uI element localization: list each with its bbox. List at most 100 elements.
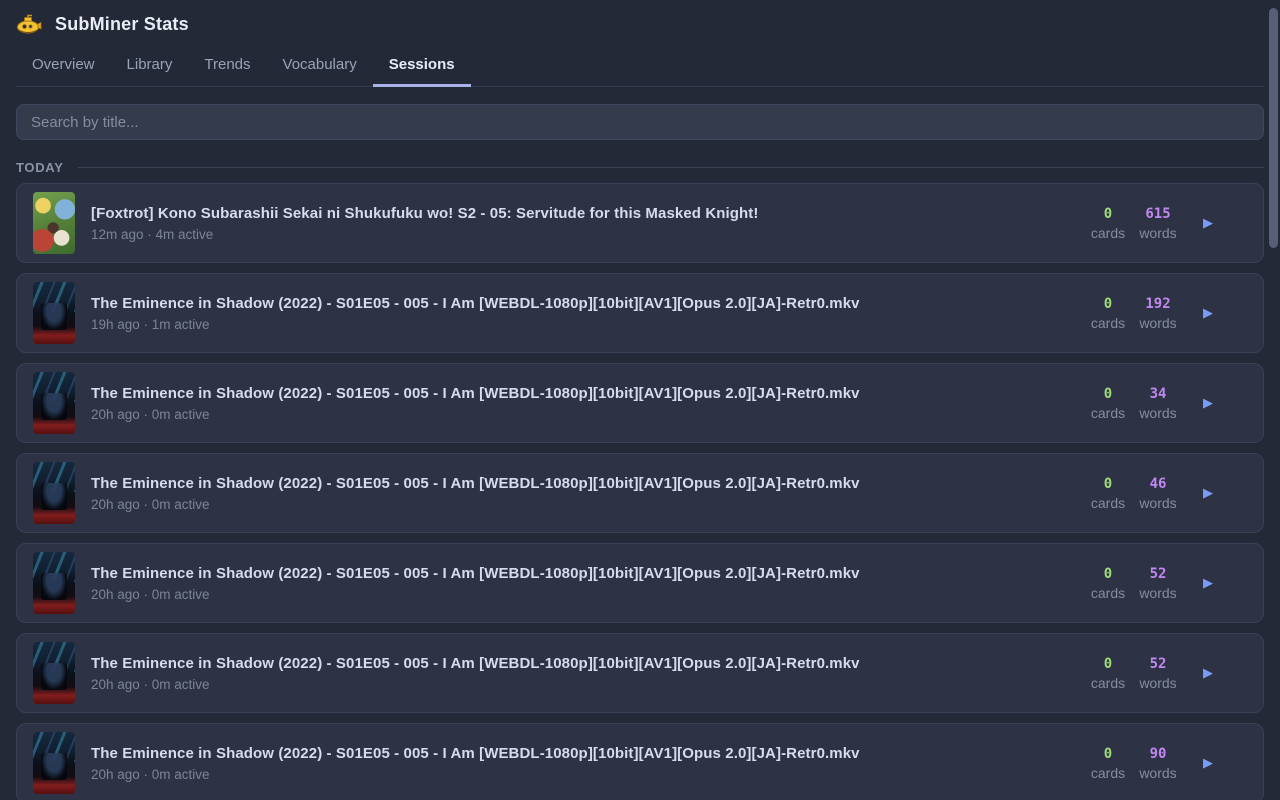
play-icon: ▶	[1203, 756, 1213, 771]
play-icon: ▶	[1203, 306, 1213, 321]
words-stat: 52 words	[1135, 656, 1181, 691]
tab-bar: Overview Library Trends Vocabulary Sessi…	[16, 45, 1264, 87]
session-meta: 19h ago · 1m active	[91, 317, 1085, 332]
play-button[interactable]: ▶	[1199, 303, 1217, 324]
words-count: 615	[1145, 206, 1170, 222]
page-title: SubMiner Stats	[55, 14, 189, 35]
session-row[interactable]: The Eminence in Shadow (2022) - S01E05 -…	[16, 723, 1264, 800]
session-info: The Eminence in Shadow (2022) - S01E05 -…	[91, 565, 1085, 602]
app-root: SubMiner Stats Overview Library Trends V…	[0, 0, 1280, 800]
play-button[interactable]: ▶	[1199, 753, 1217, 774]
cards-stat: 0 cards	[1085, 296, 1131, 331]
tab-library[interactable]: Library	[111, 45, 189, 87]
words-stat: 615 words	[1135, 206, 1181, 241]
tab-sessions[interactable]: Sessions	[373, 45, 471, 87]
words-count: 46	[1150, 476, 1167, 492]
words-label: words	[1139, 765, 1176, 781]
section-heading-label: TODAY	[16, 160, 64, 175]
session-meta: 20h ago · 0m active	[91, 497, 1085, 512]
session-meta: 20h ago · 0m active	[91, 407, 1085, 422]
play-button[interactable]: ▶	[1199, 393, 1217, 414]
app-header: SubMiner Stats	[16, 0, 1264, 36]
play-button[interactable]: ▶	[1199, 663, 1217, 684]
cards-label: cards	[1091, 315, 1125, 331]
session-title: [Foxtrot] Kono Subarashii Sekai ni Shuku…	[91, 205, 1085, 222]
session-stats: 0 cards 615 words ▶	[1085, 206, 1247, 241]
vertical-scrollbar-thumb[interactable]	[1269, 8, 1278, 248]
words-label: words	[1139, 225, 1176, 241]
section-divider	[78, 167, 1264, 168]
cards-stat: 0 cards	[1085, 476, 1131, 511]
session-row[interactable]: The Eminence in Shadow (2022) - S01E05 -…	[16, 363, 1264, 443]
tab-overview[interactable]: Overview	[16, 45, 111, 87]
yellow-submarine-icon	[16, 14, 42, 36]
session-stats: 0 cards 90 words ▶	[1085, 746, 1247, 781]
cards-count: 0	[1104, 386, 1112, 402]
session-title: The Eminence in Shadow (2022) - S01E05 -…	[91, 745, 1085, 762]
session-row[interactable]: [Foxtrot] Kono Subarashii Sekai ni Shuku…	[16, 183, 1264, 263]
cards-count: 0	[1104, 566, 1112, 582]
session-thumbnail	[33, 552, 75, 614]
session-meta: 20h ago · 0m active	[91, 767, 1085, 782]
section-header-today: TODAY	[16, 158, 1264, 176]
session-row[interactable]: The Eminence in Shadow (2022) - S01E05 -…	[16, 543, 1264, 623]
tab-vocabulary[interactable]: Vocabulary	[267, 45, 373, 87]
words-count: 52	[1150, 656, 1167, 672]
session-info: The Eminence in Shadow (2022) - S01E05 -…	[91, 385, 1085, 422]
session-stats: 0 cards 192 words ▶	[1085, 296, 1247, 331]
cards-count: 0	[1104, 296, 1112, 312]
cards-label: cards	[1091, 495, 1125, 511]
session-stats: 0 cards 52 words ▶	[1085, 566, 1247, 601]
words-count: 90	[1150, 746, 1167, 762]
session-info: The Eminence in Shadow (2022) - S01E05 -…	[91, 745, 1085, 782]
tab-trends[interactable]: Trends	[188, 45, 266, 87]
session-thumbnail	[33, 462, 75, 524]
cards-label: cards	[1091, 585, 1125, 601]
session-row[interactable]: The Eminence in Shadow (2022) - S01E05 -…	[16, 633, 1264, 713]
cards-count: 0	[1104, 656, 1112, 672]
words-stat: 90 words	[1135, 746, 1181, 781]
session-meta: 20h ago · 0m active	[91, 677, 1085, 692]
play-button[interactable]: ▶	[1199, 573, 1217, 594]
session-title: The Eminence in Shadow (2022) - S01E05 -…	[91, 565, 1085, 582]
session-thumbnail	[33, 372, 75, 434]
session-row[interactable]: The Eminence in Shadow (2022) - S01E05 -…	[16, 273, 1264, 353]
words-count: 192	[1145, 296, 1170, 312]
session-thumbnail	[33, 642, 75, 704]
session-info: The Eminence in Shadow (2022) - S01E05 -…	[91, 655, 1085, 692]
session-stats: 0 cards 46 words ▶	[1085, 476, 1247, 511]
play-button[interactable]: ▶	[1199, 483, 1217, 504]
play-icon: ▶	[1203, 486, 1213, 501]
words-label: words	[1139, 315, 1176, 331]
session-meta: 20h ago · 0m active	[91, 587, 1085, 602]
session-thumbnail	[33, 282, 75, 344]
words-stat: 52 words	[1135, 566, 1181, 601]
session-title: The Eminence in Shadow (2022) - S01E05 -…	[91, 475, 1085, 492]
cards-stat: 0 cards	[1085, 566, 1131, 601]
session-stats: 0 cards 52 words ▶	[1085, 656, 1247, 691]
session-stats: 0 cards 34 words ▶	[1085, 386, 1247, 421]
cards-count: 0	[1104, 746, 1112, 762]
words-count: 52	[1150, 566, 1167, 582]
cards-label: cards	[1091, 765, 1125, 781]
words-label: words	[1139, 585, 1176, 601]
session-meta: 12m ago · 4m active	[91, 227, 1085, 242]
cards-label: cards	[1091, 225, 1125, 241]
session-title: The Eminence in Shadow (2022) - S01E05 -…	[91, 655, 1085, 672]
session-info: The Eminence in Shadow (2022) - S01E05 -…	[91, 475, 1085, 512]
cards-stat: 0 cards	[1085, 386, 1131, 421]
session-thumbnail	[33, 732, 75, 794]
cards-stat: 0 cards	[1085, 746, 1131, 781]
words-count: 34	[1150, 386, 1167, 402]
play-button[interactable]: ▶	[1199, 213, 1217, 234]
words-label: words	[1139, 405, 1176, 421]
search-input[interactable]	[16, 104, 1264, 140]
session-info: [Foxtrot] Kono Subarashii Sekai ni Shuku…	[91, 205, 1085, 242]
play-icon: ▶	[1203, 216, 1213, 231]
words-stat: 34 words	[1135, 386, 1181, 421]
session-row[interactable]: The Eminence in Shadow (2022) - S01E05 -…	[16, 453, 1264, 533]
session-title: The Eminence in Shadow (2022) - S01E05 -…	[91, 295, 1085, 312]
cards-stat: 0 cards	[1085, 656, 1131, 691]
session-list: [Foxtrot] Kono Subarashii Sekai ni Shuku…	[16, 183, 1264, 800]
cards-label: cards	[1091, 405, 1125, 421]
